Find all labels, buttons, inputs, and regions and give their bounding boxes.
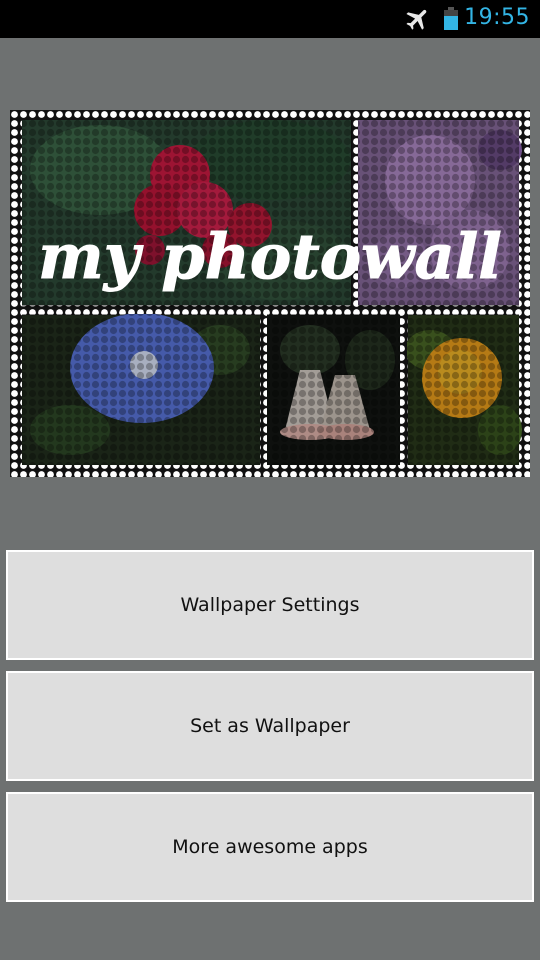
set-as-wallpaper-label: Set as Wallpaper xyxy=(190,715,350,737)
airplane-mode-icon xyxy=(406,9,427,30)
status-clock: 19:55 xyxy=(464,5,530,30)
more-apps-label: More awesome apps xyxy=(172,836,368,858)
more-apps-button[interactable]: More awesome apps xyxy=(6,792,534,902)
wallpaper-settings-button[interactable]: Wallpaper Settings xyxy=(6,550,534,660)
set-as-wallpaper-button[interactable]: Set as Wallpaper xyxy=(6,671,534,781)
battery-icon xyxy=(444,7,458,30)
wallpaper-settings-label: Wallpaper Settings xyxy=(180,594,360,616)
banner-title: my photowall xyxy=(38,220,502,293)
status-bar: 19:55 xyxy=(0,0,540,38)
photowall-banner: my photowall xyxy=(10,110,530,477)
